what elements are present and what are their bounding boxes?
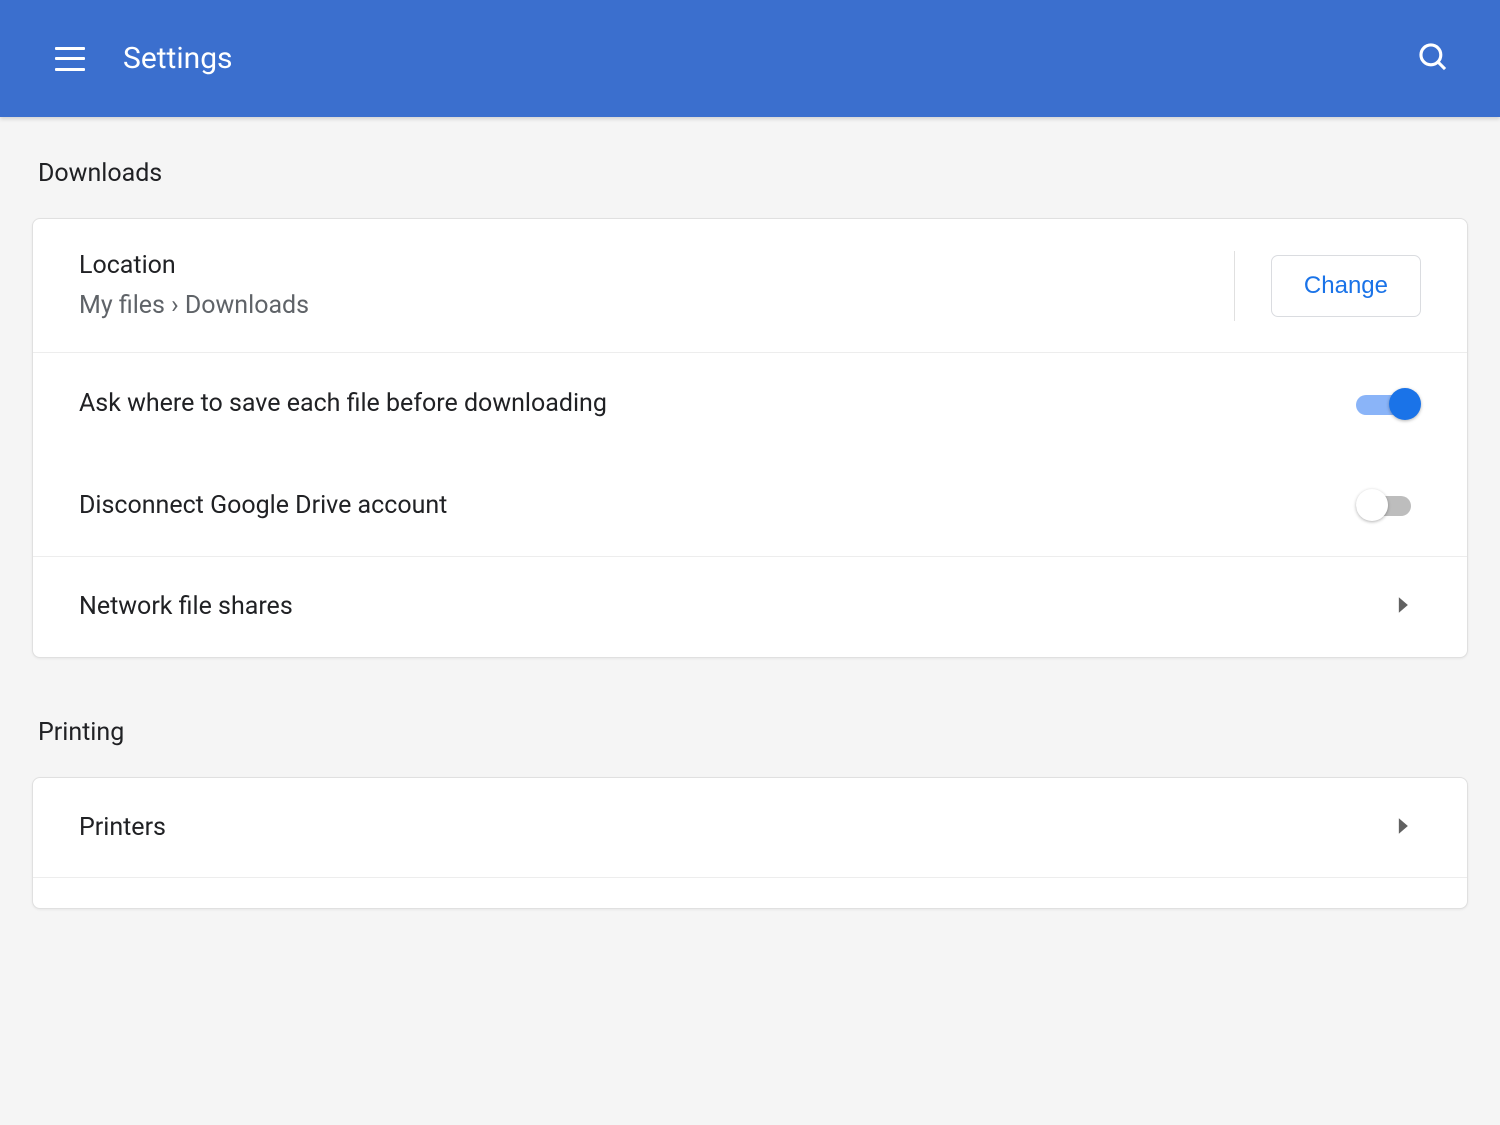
downloads-card: Location My files › Downloads Change Ask… (32, 218, 1468, 658)
section-title-printing: Printing (38, 718, 1468, 747)
chevron-right-icon (1397, 596, 1411, 618)
disconnect-drive-row: Disconnect Google Drive account (33, 455, 1467, 557)
page-title: Settings (123, 41, 233, 76)
ask-save-toggle[interactable] (1356, 388, 1421, 420)
printing-second-row (33, 878, 1467, 908)
printing-card: Printers (32, 777, 1468, 909)
disconnect-drive-toggle[interactable] (1356, 489, 1421, 521)
disconnect-drive-label: Disconnect Google Drive account (79, 487, 1356, 525)
section-title-downloads: Downloads (38, 159, 1468, 188)
printers-label: Printers (79, 809, 1397, 847)
chevron-right-icon (1397, 817, 1411, 839)
location-label: Location (79, 247, 1234, 285)
settings-content: Downloads Location My files › Downloads … (0, 117, 1500, 909)
change-location-button[interactable]: Change (1271, 255, 1421, 317)
location-path: My files › Downloads (79, 287, 1234, 325)
printers-row[interactable]: Printers (33, 778, 1467, 878)
ask-save-row: Ask where to save each file before downl… (33, 353, 1467, 455)
search-icon[interactable] (1416, 40, 1450, 78)
menu-icon[interactable] (55, 47, 85, 71)
vertical-divider (1234, 251, 1235, 321)
ask-save-label: Ask where to save each file before downl… (79, 385, 1356, 423)
network-file-shares-row[interactable]: Network file shares (33, 557, 1467, 657)
app-header: Settings (0, 0, 1500, 117)
download-location-row: Location My files › Downloads Change (33, 219, 1467, 353)
network-shares-label: Network file shares (79, 588, 1397, 626)
